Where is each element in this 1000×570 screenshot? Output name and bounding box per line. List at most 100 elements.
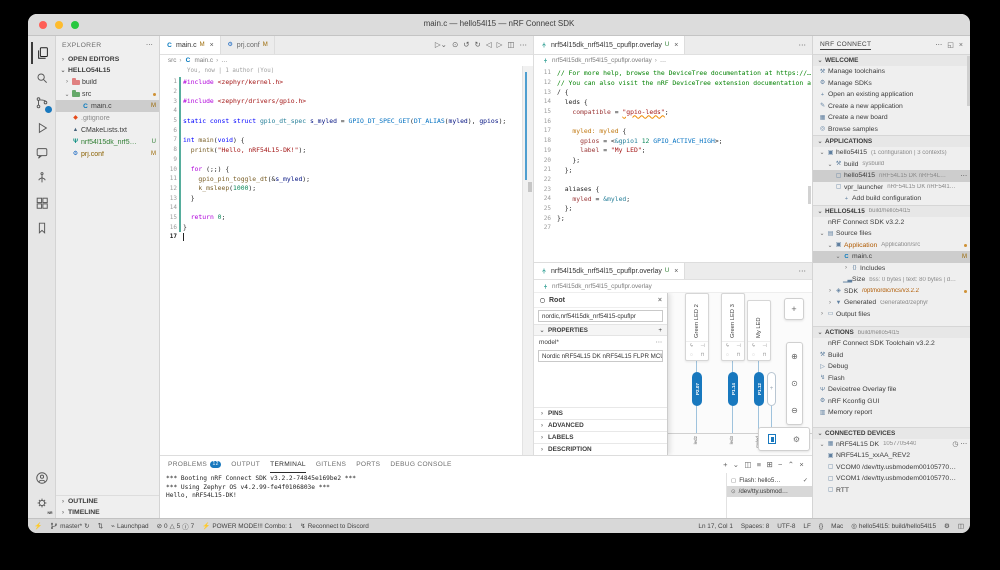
dt-section-pins[interactable]: ›PINS <box>534 407 667 419</box>
tab-main-c[interactable]: C main.c M × <box>160 36 221 54</box>
nrf-connect-view-icon[interactable] <box>31 167 53 189</box>
add-property-icon[interactable]: + <box>658 327 662 334</box>
chat-icon[interactable] <box>31 142 53 164</box>
layout-icon[interactable]: ◫ <box>958 522 964 530</box>
launchpad-item[interactable]: ⌁Launchpad <box>111 522 149 530</box>
close-tab-icon[interactable]: × <box>674 268 678 275</box>
dt-breadcrumb[interactable]: nrf54l15dk_nrf54l15_cpuflpr.overlay <box>534 280 812 293</box>
more-actions-icon[interactable]: ⋯ <box>935 41 942 49</box>
device-nrf54l15_xxaa_rev2[interactable]: ▣NRF54L15_xxAA_REV2 <box>813 450 970 462</box>
action-devicetree-overlay-file[interactable]: ΨDevicetree Overlay file <box>813 384 970 396</box>
terminal-dropdown-icon[interactable]: ⌄ <box>733 460 740 469</box>
kit-item[interactable]: Mac <box>831 523 843 530</box>
build-item[interactable]: ⌄⚒buildsysbuild <box>813 159 970 171</box>
device-actions-icon[interactable]: ◷ ⋯ <box>952 440 967 448</box>
details-sdk[interactable]: ›◈SDK/opt/nordic/ncs/v3.2.2 <box>813 286 970 298</box>
more-actions-icon[interactable]: ⋯ <box>960 172 967 180</box>
pin-card-led2[interactable]: Green LED 2ϟ⊣◌⊓ <box>685 293 709 361</box>
bookmarks-icon[interactable] <box>31 217 53 239</box>
scrollbar[interactable] <box>967 56 970 106</box>
git-branch-item[interactable]: master* ↻ <box>50 522 89 530</box>
refresh-icon[interactable]: ↻ <box>475 41 481 49</box>
outline-header[interactable]: ›OUTLINE <box>56 496 159 507</box>
tree-item-nrf54l15dk-nrf5-[interactable]: Ψnrf54l15dk_nrf5…U <box>56 136 159 148</box>
new-terminal-icon[interactable]: + <box>723 460 728 469</box>
history-icon[interactable]: ↺ <box>463 41 469 49</box>
encoding-item[interactable]: UTF-8 <box>777 523 795 530</box>
source-control-icon[interactable] <box>31 92 53 114</box>
main-breadcrumb[interactable]: src› C main.c› … <box>160 55 533 66</box>
close-tab-icon[interactable]: × <box>210 42 214 49</box>
welcome-browse-samples[interactable]: ◎Browse samples <box>813 124 970 136</box>
terminal-list-item[interactable]: ▢Flash: hello5…✓ <box>727 475 812 486</box>
build-config-hello54l15[interactable]: ▢hello54l15nRF54L15 DK nRF54L…⋯ <box>813 170 970 182</box>
device-rtt[interactable]: ▢RTT <box>813 485 970 497</box>
nrf-settings-icon[interactable]: NR <box>31 492 53 514</box>
action-debug[interactable]: ▷Debug <box>813 361 970 373</box>
details-main-c[interactable]: ⌄Cmain.cM <box>813 251 970 263</box>
save-icon[interactable]: ⊞ <box>766 460 773 469</box>
application-item[interactable]: ⌄▣hello54l15(1 configuration | 3 context… <box>813 147 970 159</box>
add-build-configuration[interactable]: +Add build configuration <box>813 193 970 205</box>
panel-tab-ports[interactable]: PORTS <box>356 456 380 473</box>
action-nrf-kconfig-gui[interactable]: ⚙nRF Kconfig GUI <box>813 396 970 408</box>
close-panel-icon[interactable]: × <box>658 297 662 304</box>
panel-tab-problems[interactable]: PROBLEMS12 <box>168 456 221 473</box>
tree-item-build[interactable]: ›build <box>56 76 159 88</box>
close-panel-icon[interactable]: × <box>959 42 963 49</box>
launch-profile-icon[interactable]: ≡ <box>757 460 762 469</box>
zoom-out-icon[interactable]: ⊖ <box>787 397 802 424</box>
close-tab-icon[interactable]: × <box>674 42 678 49</box>
action-build[interactable]: ⚒Build <box>813 350 970 362</box>
panel-tab-terminal[interactable]: TERMINAL <box>270 456 306 473</box>
problems-item[interactable]: ⊘0 △5 ⓘ7 <box>157 521 195 531</box>
unassigned-pin[interactable]: + <box>767 372 776 406</box>
model-input[interactable]: Nordic nRF54L15 DK nRF54L15 FLPR MCU <box>538 350 663 362</box>
indentation-item[interactable]: Spaces: 8 <box>741 523 769 530</box>
device-vcom1[interactable]: ▢VCOM1 /dev/tty.usbmodem00105770… <box>813 473 970 485</box>
pin-P2-07[interactable]: P2.07 <box>692 372 702 406</box>
dt-settings-icon[interactable]: ⚙ <box>784 428 809 450</box>
tree-item-prj-conf[interactable]: ⚙prj.confM <box>56 148 159 160</box>
applications-section-header[interactable]: ⌄APPLICATIONS <box>813 135 970 147</box>
close-panel-icon[interactable]: × <box>799 460 804 469</box>
back-icon[interactable]: ◁ <box>486 41 492 49</box>
dt-section-description[interactable]: ›DESCRIPTION <box>534 443 667 455</box>
minimap[interactable] <box>522 66 533 455</box>
overlay-code-editor[interactable]: 11// For more help, browse the DeviceTre… <box>534 66 812 262</box>
explorer-icon[interactable] <box>31 42 53 64</box>
compatible-input[interactable]: nordic,nrf54l15dk_nrf54l15-cpuflpr <box>538 310 663 322</box>
more-actions-icon[interactable]: ⋯ <box>520 41 528 49</box>
pin-card-led3[interactable]: Green LED 3ϟ⊣◌⊓ <box>721 293 745 361</box>
settings-gear-icon[interactable]: ⚙ <box>944 522 950 530</box>
tree-item-cmakelists-txt[interactable]: ▲CMakeLists.txt <box>56 124 159 136</box>
welcome-open-an-existing-application[interactable]: +Open an existing application <box>813 89 970 101</box>
panel-tab-gitlens[interactable]: GITLENS <box>316 456 346 473</box>
details-application[interactable]: ⌄▣ApplicationApplication/src <box>813 240 970 252</box>
build-config-item[interactable]: ◎hello54l15: build/hello54l15 <box>851 522 936 530</box>
actions-section-header[interactable]: ⌄ACTIONSbuild/hello54l15 <box>813 326 970 338</box>
search-icon[interactable] <box>31 67 53 89</box>
tree-item-src[interactable]: ⌄src <box>56 88 159 100</box>
device-vcom0[interactable]: ▢VCOM0 /dev/tty.usbmodem00105770… <box>813 462 970 474</box>
open-editors-header[interactable]: ›OPEN EDITORS <box>56 54 159 65</box>
panel-tab-output[interactable]: OUTPUT <box>231 456 260 473</box>
zoom-in-icon[interactable]: ⊕ <box>787 343 802 370</box>
forward-icon[interactable]: ▷ <box>497 41 503 49</box>
maximize-panel-icon[interactable]: ⌃ <box>788 460 795 469</box>
pin-card-myled[interactable]: My LEDϟ⊣◌⊓ <box>747 300 771 361</box>
expand-panel-icon[interactable]: ◱ <box>947 41 954 49</box>
welcome-manage-toolchains[interactable]: ⚒Manage toolchains <box>813 66 970 78</box>
gitlens-graph-icon[interactable]: ⊙ <box>452 41 458 49</box>
details-section-header[interactable]: ⌄HELLO54L15build/hello54l15 <box>813 205 970 217</box>
model-more-icon[interactable]: ⋯ <box>656 338 662 346</box>
tab-prj-conf[interactable]: ⚙ prj.conf M <box>221 36 275 54</box>
explorer-more-icon[interactable]: ⋯ <box>146 41 153 49</box>
split-terminal-icon[interactable]: ◫ <box>744 460 751 469</box>
account-icon[interactable] <box>31 467 53 489</box>
details-output-files[interactable]: ›▭Output files <box>813 309 970 321</box>
more-actions-icon[interactable]: ⋯ <box>799 267 807 275</box>
extensions-icon[interactable] <box>31 192 53 214</box>
welcome-create-a-new-board[interactable]: ▦Create a new board <box>813 112 970 124</box>
discord-item[interactable]: ↯Reconnect to Discord <box>300 522 369 530</box>
